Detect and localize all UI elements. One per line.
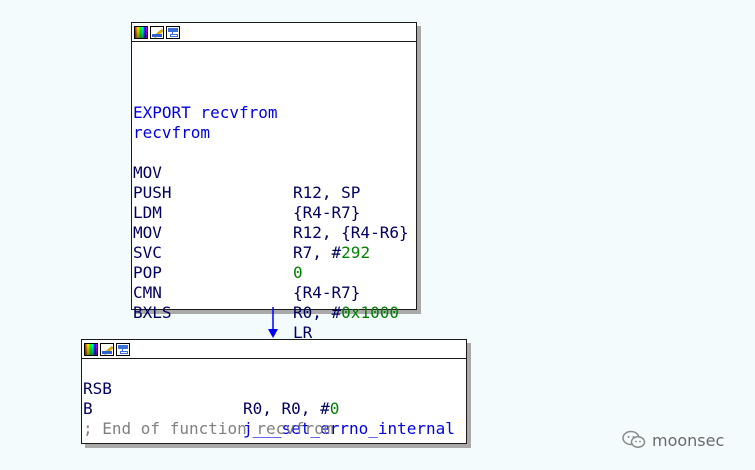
wechat-icon [622, 430, 646, 448]
mnemonic: BXLS [133, 303, 172, 322]
instruction-row[interactable]: CMN R0, #0x1000 [132, 263, 416, 322]
instruction-row[interactable]: POP {R4-R7} [132, 243, 416, 302]
edit-pencil-icon[interactable] [150, 25, 164, 39]
instruction-row[interactable]: LDM R12, {R4-R6} [132, 183, 416, 242]
comment-line: ; End of function recvfrom [83, 419, 334, 438]
block-body: EXPORT recvfrom recvfrom MOV R12, SP PUS… [132, 42, 416, 342]
block-header [132, 23, 416, 42]
graph-view-icon[interactable] [116, 342, 130, 356]
instruction-row[interactable]: MOV R12, SP [132, 143, 416, 202]
code-block-recvfrom[interactable]: EXPORT recvfrom recvfrom MOV R12, SP PUS… [131, 22, 417, 342]
operand: R0, # [293, 303, 342, 322]
export-label[interactable]: EXPORT recvfrom [132, 103, 416, 123]
block-body: RSB R0, R0, #0 B j___set_errno_internal … [82, 359, 466, 438]
graph-view-icon[interactable] [166, 25, 180, 39]
instruction-row[interactable]: PUSH {R4-R7} [132, 163, 416, 222]
watermark-text: moonsec [652, 430, 725, 450]
code-block-errno[interactable]: RSB R0, R0, #0 B j___set_errno_internal … [81, 339, 467, 444]
color-palette-icon[interactable] [134, 25, 148, 39]
instruction-row[interactable]: B j___set_errno_internal [82, 379, 466, 438]
immediate-value: 0x1000 [341, 303, 399, 322]
instruction-row[interactable]: RSB R0, R0, #0 [82, 359, 466, 418]
function-label[interactable]: recvfrom [132, 123, 416, 143]
instruction-row[interactable]: BXLS LR [132, 283, 416, 342]
control-flow-edge[interactable] [263, 307, 283, 341]
block-header [82, 340, 466, 359]
color-palette-icon[interactable] [84, 342, 98, 356]
edit-pencil-icon[interactable] [100, 342, 114, 356]
watermark: moonsec [622, 430, 724, 450]
instruction-row[interactable]: SVC 0 [132, 223, 416, 282]
instruction-row[interactable]: MOV R7, #292 [132, 203, 416, 262]
